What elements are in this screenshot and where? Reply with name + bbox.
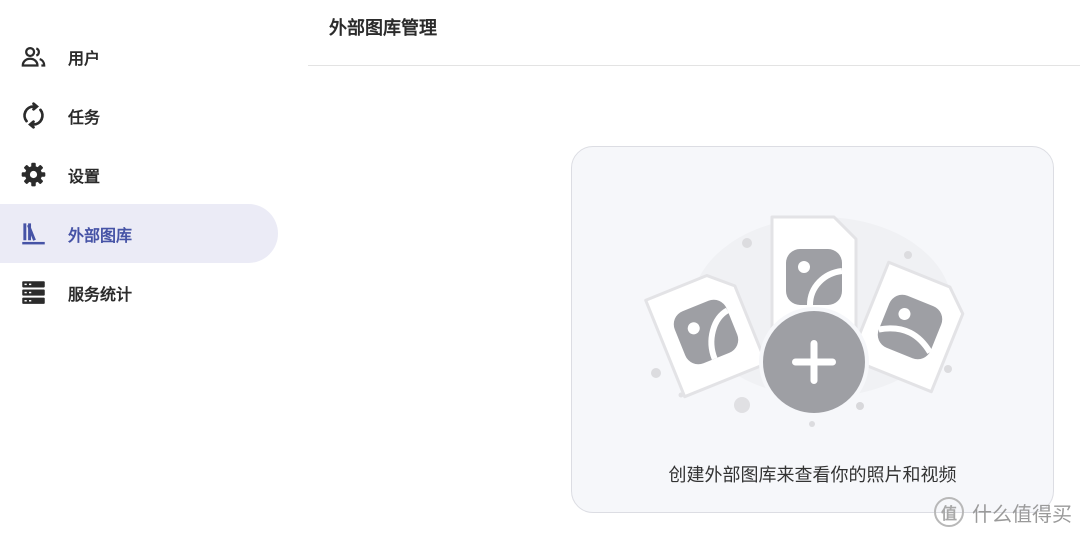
gear-icon — [20, 161, 47, 188]
watermark: 值 什么值得买 — [934, 497, 1072, 527]
watermark-logo: 值 — [934, 497, 964, 527]
sidebar-item-label: 设置 — [68, 166, 101, 186]
sidebar: 用户 任务 设置 外部图库 服务统计 — [0, 0, 300, 537]
create-library-card[interactable]: 创建外部图库来查看你的照片和视频 — [571, 146, 1054, 513]
sidebar-item-external-library[interactable]: 外部图库 — [0, 204, 278, 263]
header-divider — [308, 65, 1080, 66]
sidebar-item-server-stats[interactable]: 服务统计 — [0, 263, 278, 322]
sidebar-item-tasks[interactable]: 任务 — [0, 86, 278, 145]
library-icon — [20, 220, 47, 247]
add-icon — [759, 307, 869, 417]
page-title: 外部图库管理 — [329, 18, 437, 39]
empty-library-illustration — [644, 215, 965, 427]
sidebar-item-settings[interactable]: 设置 — [0, 145, 278, 204]
sync-icon — [20, 102, 47, 129]
empty-state-message: 创建外部图库来查看你的照片和视频 — [668, 465, 957, 486]
sidebar-item-label: 服务统计 — [68, 284, 133, 304]
watermark-text: 什么值得买 — [972, 501, 1072, 526]
users-icon — [20, 43, 47, 70]
server-icon — [20, 279, 47, 306]
sidebar-item-label: 用户 — [68, 48, 101, 68]
sidebar-item-label: 外部图库 — [68, 225, 133, 245]
sidebar-item-users[interactable]: 用户 — [0, 27, 278, 86]
sidebar-item-label: 任务 — [68, 107, 101, 127]
